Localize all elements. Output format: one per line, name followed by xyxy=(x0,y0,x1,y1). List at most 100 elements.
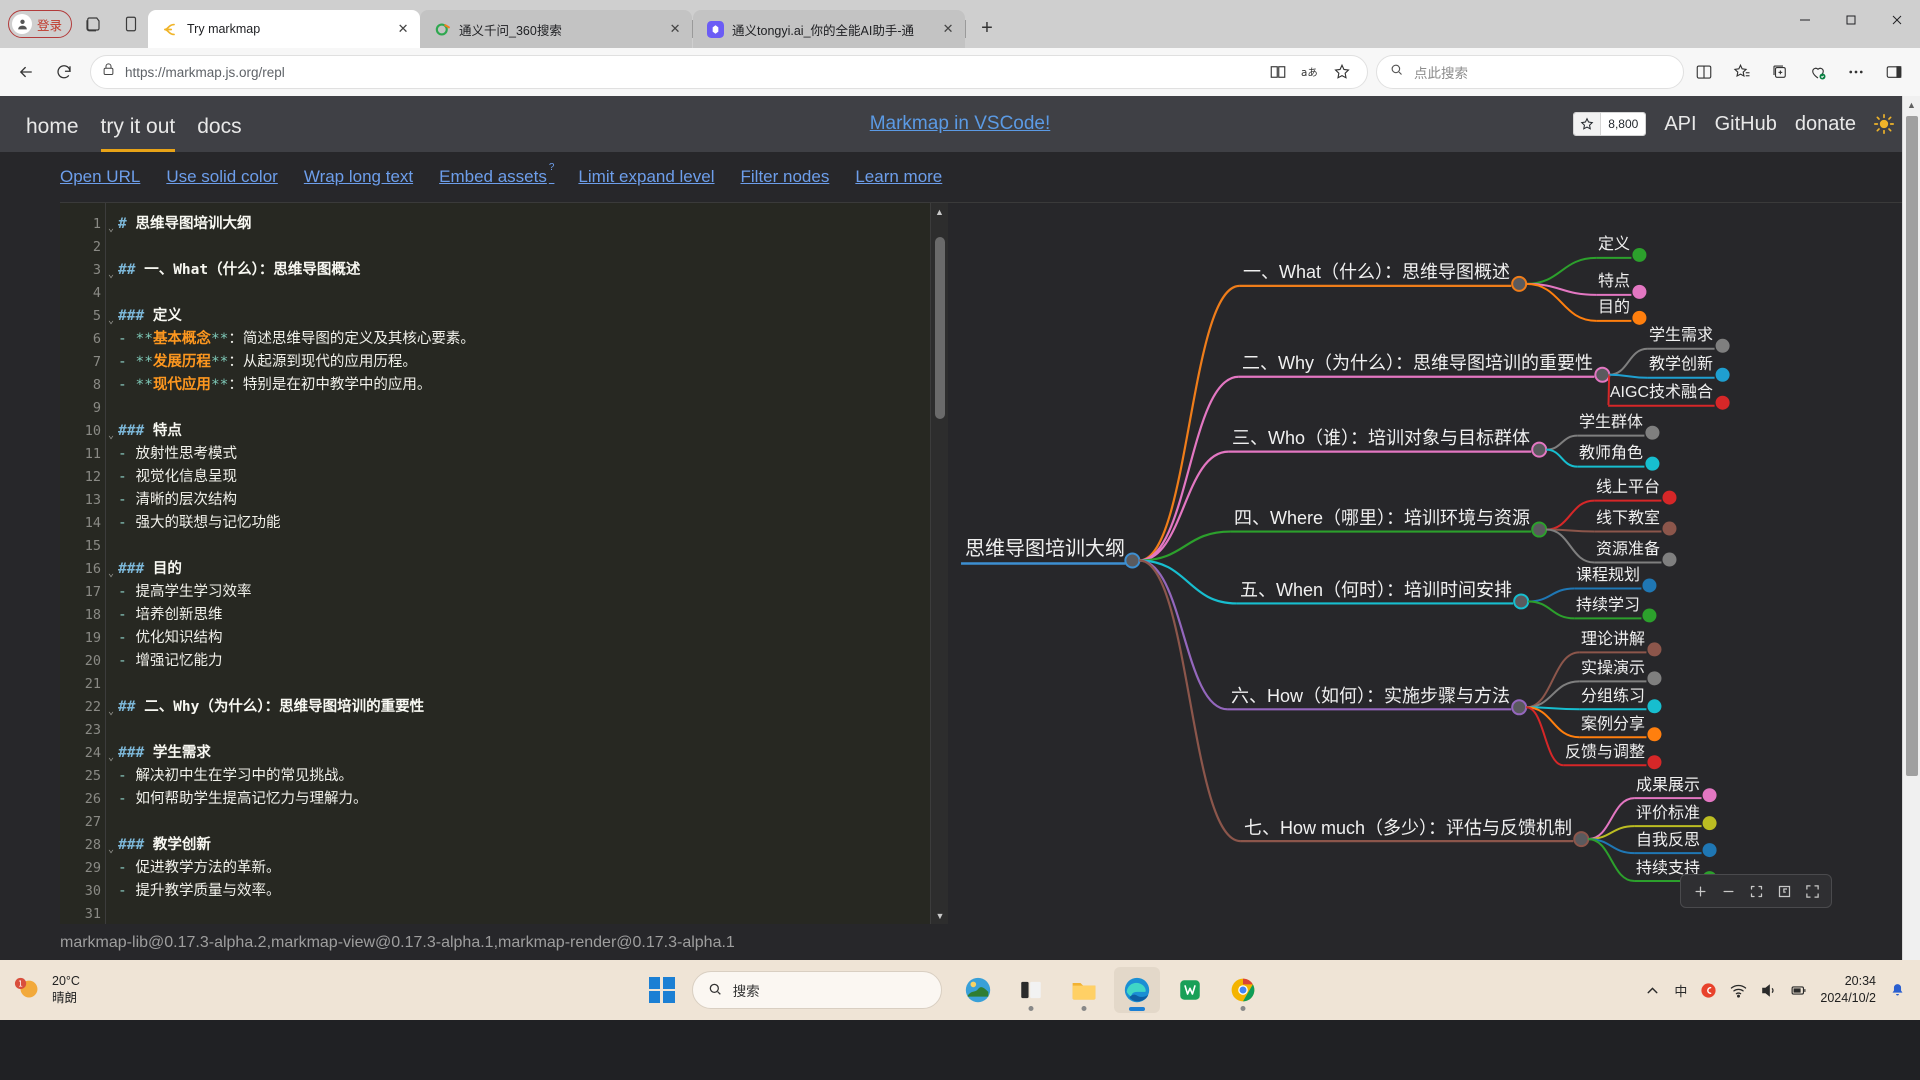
mindmap-node-dot[interactable] xyxy=(1531,441,1548,458)
code-line[interactable] xyxy=(118,673,948,696)
mindmap-leaf-label[interactable]: 自我反思 xyxy=(1636,833,1700,849)
mindmap-leaf-label[interactable]: 成果展示 xyxy=(1636,778,1700,794)
mindmap-leaf-label[interactable]: AIGC技术融合 xyxy=(1610,385,1713,401)
mindmap-leaf-label[interactable]: 特点 xyxy=(1598,274,1630,290)
mindmap-branch-label[interactable]: 三、Who（谁）：培训对象与目标群体 xyxy=(1232,429,1530,447)
mindmap-leaf-label[interactable]: 分组练习 xyxy=(1581,689,1645,705)
read-aloud-icon[interactable]: aあ xyxy=(1295,57,1325,87)
limit-expand-level-link[interactable]: Limit expand level xyxy=(578,167,714,187)
code-line[interactable]: - **基本概念**：简述思维导图的定义及其核心要素。 xyxy=(118,328,948,351)
mindmap-node-dot[interactable] xyxy=(1645,425,1660,440)
mindmap-node-dot[interactable] xyxy=(1647,642,1662,657)
sogou-icon[interactable] xyxy=(1700,982,1717,999)
zoom-in-icon[interactable] xyxy=(1687,879,1713,903)
taskbar-chrome[interactable] xyxy=(1220,967,1266,1013)
page-scrollbar[interactable]: ▲ ▼ xyxy=(1902,96,1920,1020)
mindmap-canvas[interactable]: 思维导图培训大纲 一、What（什么）：思维导图概述 定义 特点 目的 二、Why（为什么… xyxy=(948,202,1920,924)
tab-search-icon[interactable] xyxy=(76,7,110,41)
mindmap-node-dot[interactable] xyxy=(1662,490,1677,505)
mindmap-branch-label[interactable]: 五、When（何时）：培训时间安排 xyxy=(1240,581,1512,599)
mindmap-node-dot[interactable] xyxy=(1645,456,1660,471)
maximize-icon[interactable] xyxy=(1828,0,1874,40)
mindmap-node-dot[interactable] xyxy=(1715,367,1730,382)
code-line[interactable]: ### 特点 xyxy=(118,420,948,443)
sidebar-toggle-icon[interactable] xyxy=(1876,54,1912,90)
minimize-icon[interactable] xyxy=(1782,0,1828,40)
mindmap-node-dot[interactable] xyxy=(1573,831,1590,848)
fold-toggle-icon[interactable]: ⌄ xyxy=(108,746,114,769)
sun-icon[interactable] xyxy=(1874,114,1894,134)
ime-icon[interactable]: 中 xyxy=(1674,981,1687,1000)
mindmap-leaf-label[interactable]: 教学创新 xyxy=(1649,357,1713,373)
code-line[interactable] xyxy=(118,282,948,305)
code-line[interactable]: - 增强记忆能力 xyxy=(118,650,948,673)
code-line[interactable] xyxy=(118,903,948,924)
markdown-editor[interactable]: 1 ⌄ 2 3 ⌄ 4 5 ⌄ 6 7 8 9 10 ⌄ 11 12 13 14 15 16 ⌄ 17 18 19 20 21 22… xyxy=(60,202,948,924)
open-url-link[interactable]: Open URL xyxy=(60,167,140,187)
mindmap-node-dot[interactable] xyxy=(1642,578,1657,593)
favorite-star-icon[interactable] xyxy=(1327,57,1357,87)
tab-close-icon[interactable]: ✕ xyxy=(937,18,959,40)
mindmap-leaf-label[interactable]: 定义 xyxy=(1598,237,1630,253)
taskbar-edge[interactable] xyxy=(1113,967,1160,1013)
page-scrollbar-thumb[interactable] xyxy=(1906,116,1918,776)
mindmap-leaf-label[interactable]: 课程规划 xyxy=(1576,568,1640,584)
code-line[interactable] xyxy=(118,236,948,259)
wifi-icon[interactable] xyxy=(1730,982,1747,999)
fold-toggle-icon[interactable]: ⌄ xyxy=(108,263,114,286)
address-bar[interactable]: https://markmap.js.org/repl aあ xyxy=(90,55,1368,89)
mindmap-node-dot[interactable] xyxy=(1511,275,1528,292)
new-tab-button[interactable]: + xyxy=(972,13,1002,43)
learn-more-link[interactable]: Learn more xyxy=(855,167,942,187)
mindmap-node-dot[interactable] xyxy=(1647,727,1662,742)
mindmap-node-dot[interactable] xyxy=(1702,843,1717,858)
embed-assets-link[interactable]: Embed assets? xyxy=(439,162,554,187)
code-line[interactable] xyxy=(118,397,948,420)
code-line[interactable]: - 提升教学质量与效率。 xyxy=(118,880,948,903)
use-solid-color-link[interactable]: Use solid color xyxy=(166,167,278,187)
fold-toggle-icon[interactable]: ⌄ xyxy=(108,217,114,240)
mindmap-branch-label[interactable]: 四、Where（哪里）：培训环境与资源 xyxy=(1234,509,1530,527)
help-icon[interactable]: ? xyxy=(549,162,555,173)
reload-icon[interactable] xyxy=(46,54,82,90)
mindmap-leaf-label[interactable]: 线下教室 xyxy=(1596,511,1660,527)
mindmap-leaf-label[interactable]: 学生需求 xyxy=(1649,328,1713,344)
code-line[interactable]: - 清晰的层次结构 xyxy=(118,489,948,512)
mindmap-node-dot[interactable] xyxy=(1715,395,1730,410)
favorites-icon[interactable] xyxy=(1724,54,1760,90)
mindmap-node-dot[interactable] xyxy=(1511,699,1528,716)
code-line[interactable]: - 强大的联想与记忆功能 xyxy=(118,512,948,535)
settings-more-icon[interactable] xyxy=(1838,54,1874,90)
tab-close-icon[interactable]: ✕ xyxy=(392,18,414,40)
code-line[interactable]: # 思维导图培训大纲 xyxy=(118,213,948,236)
mindmap-node-dot[interactable] xyxy=(1632,247,1647,262)
mindmap-leaf-label[interactable]: 教师角色 xyxy=(1579,446,1643,462)
link-donate[interactable]: donate xyxy=(1795,113,1856,136)
start-button[interactable] xyxy=(639,967,685,1013)
volume-icon[interactable] xyxy=(1760,982,1777,999)
code-line[interactable]: - 促进教学方法的革新。 xyxy=(118,857,948,880)
mindmap-node-dot[interactable] xyxy=(1647,699,1662,714)
code-line[interactable]: ### 学生需求 xyxy=(118,742,948,765)
search-input[interactable]: 点此搜索 xyxy=(1376,55,1684,89)
link-api[interactable]: API xyxy=(1664,113,1696,136)
mindmap-node-dot[interactable] xyxy=(1647,755,1662,770)
mindmap-node-dot[interactable] xyxy=(1702,816,1717,831)
page-scroll-up-icon[interactable]: ▲ xyxy=(1903,96,1920,114)
code-line[interactable]: - 提高学生学习效率 xyxy=(118,581,948,604)
close-icon[interactable] xyxy=(1874,0,1920,40)
chevron-up-icon[interactable] xyxy=(1644,982,1661,999)
mindmap-leaf-label[interactable]: 评价标准 xyxy=(1636,806,1700,822)
mindmap-leaf-label[interactable]: 案例分享 xyxy=(1581,717,1645,733)
mindmap-leaf-label[interactable]: 目的 xyxy=(1598,300,1630,316)
code-line[interactable] xyxy=(118,719,948,742)
mindmap-leaf-label[interactable]: 持续学习 xyxy=(1576,598,1640,614)
fold-toggle-icon[interactable]: ⌄ xyxy=(108,562,114,585)
mindmap-branch-label[interactable]: 一、What（什么）：思维导图概述 xyxy=(1243,263,1510,281)
editor-code[interactable]: # 思维导图培训大纲 ## 一、What（什么）：思维导图概述 ### 定义 - … xyxy=(106,203,948,924)
code-line[interactable]: - **现代应用**：特别是在初中教学中的应用。 xyxy=(118,374,948,397)
code-line[interactable]: - 优化知识结构 xyxy=(118,627,948,650)
split-view-icon[interactable] xyxy=(1686,54,1722,90)
mindmap-node-dot[interactable] xyxy=(1632,284,1647,299)
zoom-out-icon[interactable] xyxy=(1715,879,1741,903)
